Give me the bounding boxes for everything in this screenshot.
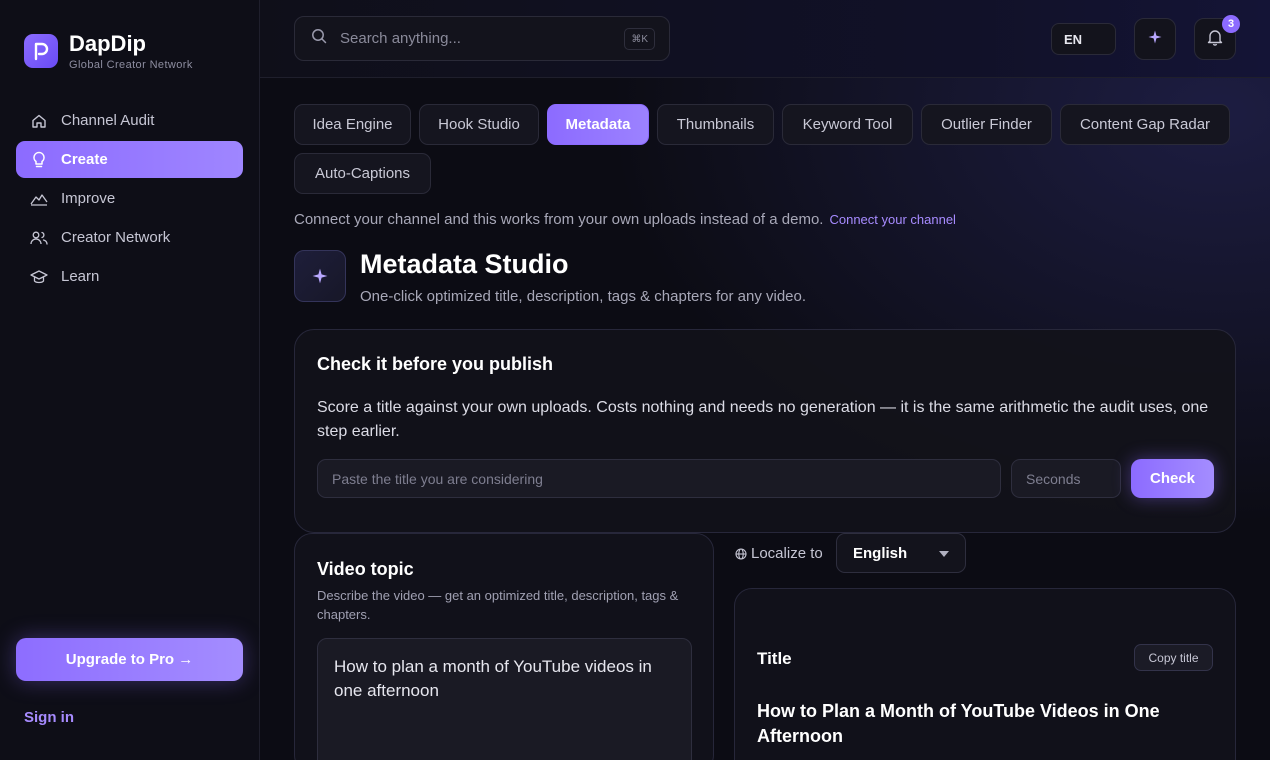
search-input[interactable] (340, 30, 610, 47)
tab-keyword-tool[interactable]: Keyword Tool (782, 104, 913, 145)
language-button[interactable]: EN (1051, 23, 1116, 55)
seconds-input[interactable] (1011, 459, 1121, 498)
tab-hook-studio[interactable]: Hook Studio (419, 104, 539, 145)
sidebar-item-label: Creator Network (61, 229, 171, 246)
connect-notice: Connect your channel and this works from… (294, 211, 956, 228)
graduation-cap-icon (30, 268, 48, 286)
tab-auto-captions[interactable]: Auto-Captions (294, 153, 431, 194)
tab-outlier-finder[interactable]: Outlier Finder (921, 104, 1052, 145)
sidebar-item-label: Learn (61, 268, 100, 285)
brand-logo-icon (24, 34, 58, 68)
sparkle-icon (294, 250, 346, 302)
upgrade-button[interactable]: Upgrade to Pro → (16, 638, 243, 681)
sidebar-item-creator-network[interactable]: Creator Network (16, 219, 243, 256)
tab-thumbnails[interactable]: Thumbnails (657, 104, 774, 145)
page-title: Metadata Studio (360, 249, 569, 279)
video-topic-textarea[interactable]: How to plan a month of YouTube videos in… (317, 638, 692, 760)
topbar: ⌘K EN 3 (260, 0, 1270, 78)
sidebar: DapDip Global Creator Network Channel Au… (0, 0, 260, 760)
mountain-icon (30, 190, 48, 208)
brand[interactable]: DapDip Global Creator Network (24, 31, 193, 71)
connect-text: Connect your channel and this works from… (294, 211, 824, 228)
localize-label-text: Localize to (751, 545, 823, 562)
search-bar[interactable]: ⌘K (294, 16, 670, 61)
sidebar-item-label: Create (61, 151, 108, 168)
localize-language-select[interactable]: English (836, 533, 966, 573)
notification-count-badge: 3 (1222, 15, 1240, 33)
title-result-label: Title (757, 649, 792, 668)
users-icon (30, 229, 48, 247)
tab-idea-engine[interactable]: Idea Engine (294, 104, 411, 145)
tab-metadata[interactable]: Metadata (547, 104, 649, 145)
tab-content-gap-radar[interactable]: Content Gap Radar (1060, 104, 1230, 145)
sidebar-item-label: Improve (61, 190, 116, 207)
chevron-down-icon (939, 551, 949, 557)
sidebar-nav: Channel Audit Create Improve Creator Net… (16, 102, 243, 297)
video-topic-title: Video topic (317, 559, 414, 579)
search-shortcut-hint: ⌘K (624, 28, 655, 50)
home-icon (30, 112, 48, 130)
title-result-card: Title Copy title How to Plan a Month of … (734, 588, 1236, 760)
globe-icon (735, 547, 747, 560)
sidebar-item-improve[interactable]: Improve (16, 180, 243, 217)
sidebar-item-channel-audit[interactable]: Channel Audit (16, 102, 243, 139)
video-topic-card: Video topic Describe the video — get an … (294, 533, 714, 760)
sidebar-item-learn[interactable]: Learn (16, 258, 243, 295)
check-before-publish-card: Check it before you publish Score a titl… (294, 329, 1236, 533)
check-card-description: Score a title against your own uploads. … (317, 399, 1209, 440)
copy-title-button[interactable]: Copy title (1134, 644, 1213, 671)
check-button[interactable]: Check (1131, 459, 1214, 498)
lightbulb-icon (30, 151, 48, 169)
localize-label: Localize to (735, 545, 823, 562)
sidebar-item-create[interactable]: Create (16, 141, 243, 178)
connect-channel-link[interactable]: Connect your channel (829, 212, 955, 227)
sparkle-button[interactable] (1134, 18, 1176, 60)
bell-icon (1206, 28, 1224, 51)
brand-name: DapDip (69, 31, 146, 56)
notifications-button[interactable]: 3 (1194, 15, 1240, 60)
selected-language: English (853, 544, 908, 562)
search-icon (311, 28, 327, 49)
page-subtitle: One-click optimized title, description, … (360, 288, 807, 305)
check-card-title: Check it before you publish (317, 354, 554, 374)
video-topic-description: Describe the video — get an optimized ti… (317, 588, 679, 622)
sidebar-item-label: Channel Audit (61, 112, 155, 129)
title-check-input[interactable] (317, 459, 1001, 498)
brand-tagline: Global Creator Network (69, 59, 193, 71)
generated-title: How to Plan a Month of YouTube Videos in… (757, 701, 1160, 746)
sparkle-icon (1148, 30, 1162, 49)
sign-in-link[interactable]: Sign in (24, 709, 74, 726)
